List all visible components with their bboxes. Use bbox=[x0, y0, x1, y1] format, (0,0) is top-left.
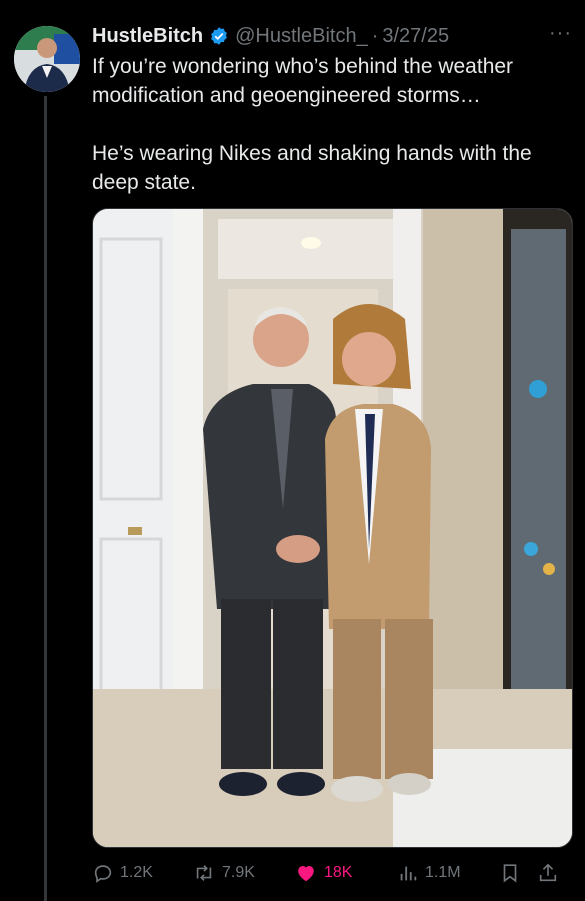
heart-icon bbox=[298, 865, 314, 882]
bookmark-button[interactable] bbox=[499, 861, 537, 885]
tweet-photo[interactable] bbox=[92, 208, 573, 848]
reply-button[interactable]: 1.2K bbox=[92, 862, 192, 884]
views-button[interactable]: 1.1M bbox=[397, 862, 499, 884]
share-icon bbox=[539, 863, 557, 882]
retweet-button[interactable]: 7.9K bbox=[192, 862, 294, 884]
retweet-icon bbox=[196, 865, 212, 881]
retweet-count: 7.9K bbox=[222, 864, 255, 881]
thread-line bbox=[44, 96, 47, 901]
separator-dot: · bbox=[371, 24, 379, 47]
views-icon bbox=[400, 866, 417, 881]
views-count: 1.1M bbox=[425, 864, 461, 881]
share-button[interactable] bbox=[537, 861, 567, 885]
reply-icon bbox=[94, 865, 112, 883]
tweet-text-line: If you’re wondering who’s behind the wea… bbox=[92, 55, 514, 107]
handle[interactable]: @HustleBitch_ bbox=[235, 25, 368, 48]
like-button[interactable]: 18K bbox=[294, 862, 397, 884]
reply-count: 1.2K bbox=[120, 864, 153, 881]
tweet-header: HustleBitch @HustleBitch_ · 3/27/25 ··· bbox=[92, 22, 572, 50]
action-bar: 1.2K 7.9K 18K 1.1M bbox=[92, 858, 572, 888]
bookmark-icon bbox=[503, 864, 517, 883]
more-options-icon[interactable]: ··· bbox=[549, 22, 572, 45]
display-name[interactable]: HustleBitch bbox=[92, 25, 203, 48]
tweet-text-line: He’s wearing Nikes and shaking hands wit… bbox=[92, 142, 532, 194]
avatar[interactable] bbox=[14, 26, 80, 92]
tweet-text: If you’re wondering who’s behind the wea… bbox=[92, 52, 572, 197]
like-count: 18K bbox=[324, 864, 353, 881]
verified-badge-icon bbox=[209, 26, 229, 46]
post-date[interactable]: 3/27/25 bbox=[382, 25, 449, 48]
